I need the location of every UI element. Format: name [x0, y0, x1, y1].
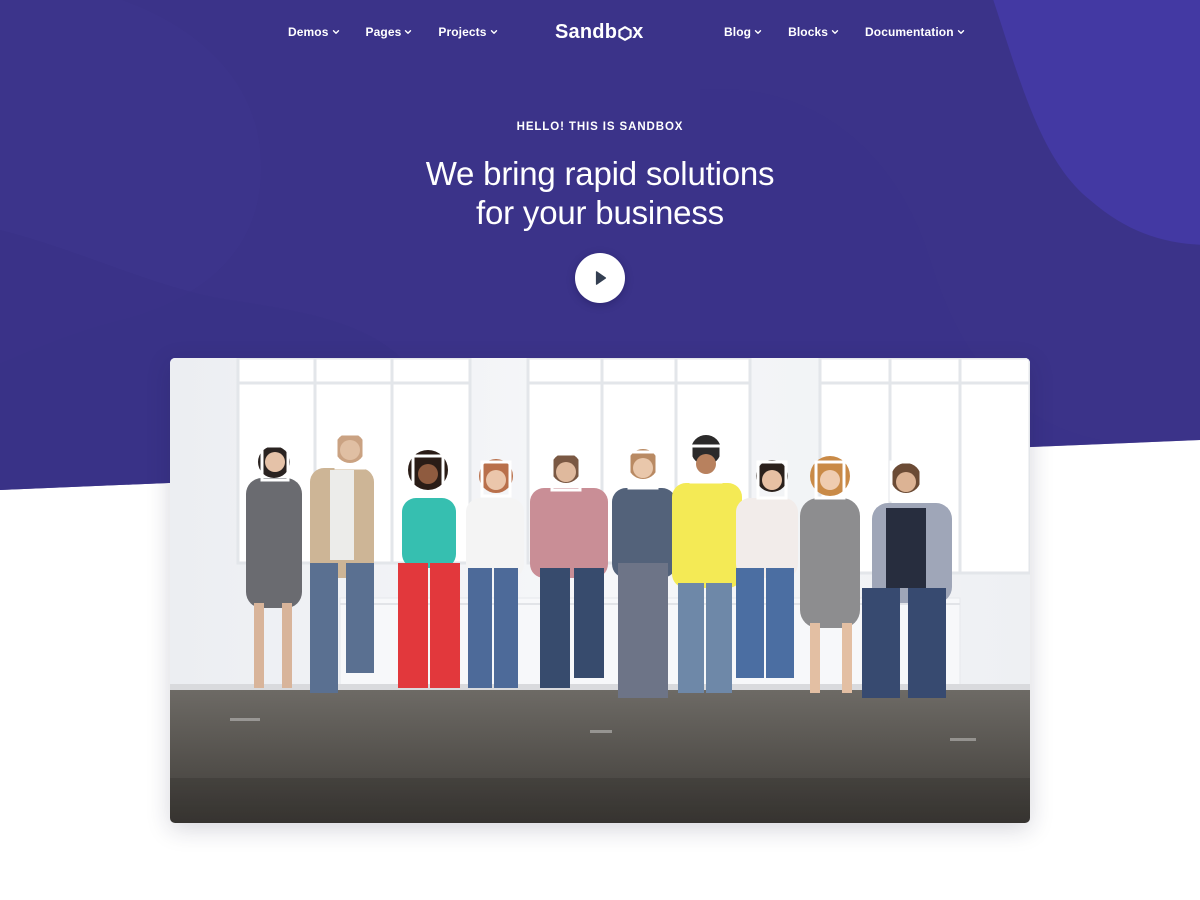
chevron-down-icon	[405, 30, 412, 34]
nav-item-label: Documentation	[865, 25, 954, 39]
nav-left-group: Demos Pages Projects	[288, 18, 524, 46]
group-of-people-holding-frames-photo	[170, 358, 1030, 823]
hexagon-icon	[618, 25, 632, 41]
nav-item-label: Pages	[365, 25, 402, 39]
logo-text-start: Sandb	[555, 20, 618, 43]
nav-item-documentation[interactable]: Documentation	[865, 25, 965, 39]
chevron-down-icon	[332, 30, 339, 34]
nav-item-projects[interactable]: Projects	[438, 25, 497, 39]
play-icon	[595, 271, 607, 285]
nav-item-blog[interactable]: Blog	[724, 25, 762, 39]
nav-item-label: Blog	[724, 25, 752, 39]
page: Demos Pages Projects Blog Blocks Documen…	[0, 0, 1200, 900]
hero-headline: We bring rapid solutions for your busine…	[0, 154, 1200, 232]
logo-text-end: x	[632, 20, 644, 43]
hero-eyebrow: HELLO! THIS IS SANDBOX	[516, 121, 684, 133]
chevron-down-icon	[957, 30, 964, 34]
play-video-button[interactable]	[575, 253, 625, 303]
logo[interactable]: Sandb x	[555, 19, 643, 45]
chevron-down-icon	[490, 30, 497, 34]
chevron-down-icon	[754, 30, 762, 34]
nav-item-pages[interactable]: Pages	[366, 25, 413, 39]
nav-item-demos[interactable]: Demos	[288, 25, 340, 39]
nav-right-group: Blog Blocks Documentation	[724, 18, 991, 46]
nav-item-label: Blocks	[788, 25, 829, 39]
nav-item-label: Demos	[288, 25, 329, 39]
hero-headline-line-1: We bring rapid solutions	[425, 155, 775, 192]
nav-item-blocks[interactable]: Blocks	[788, 25, 839, 39]
hero-headline-line-2: for your business	[476, 194, 724, 231]
nav-item-label: Projects	[438, 25, 487, 39]
chevron-down-icon	[831, 30, 839, 34]
